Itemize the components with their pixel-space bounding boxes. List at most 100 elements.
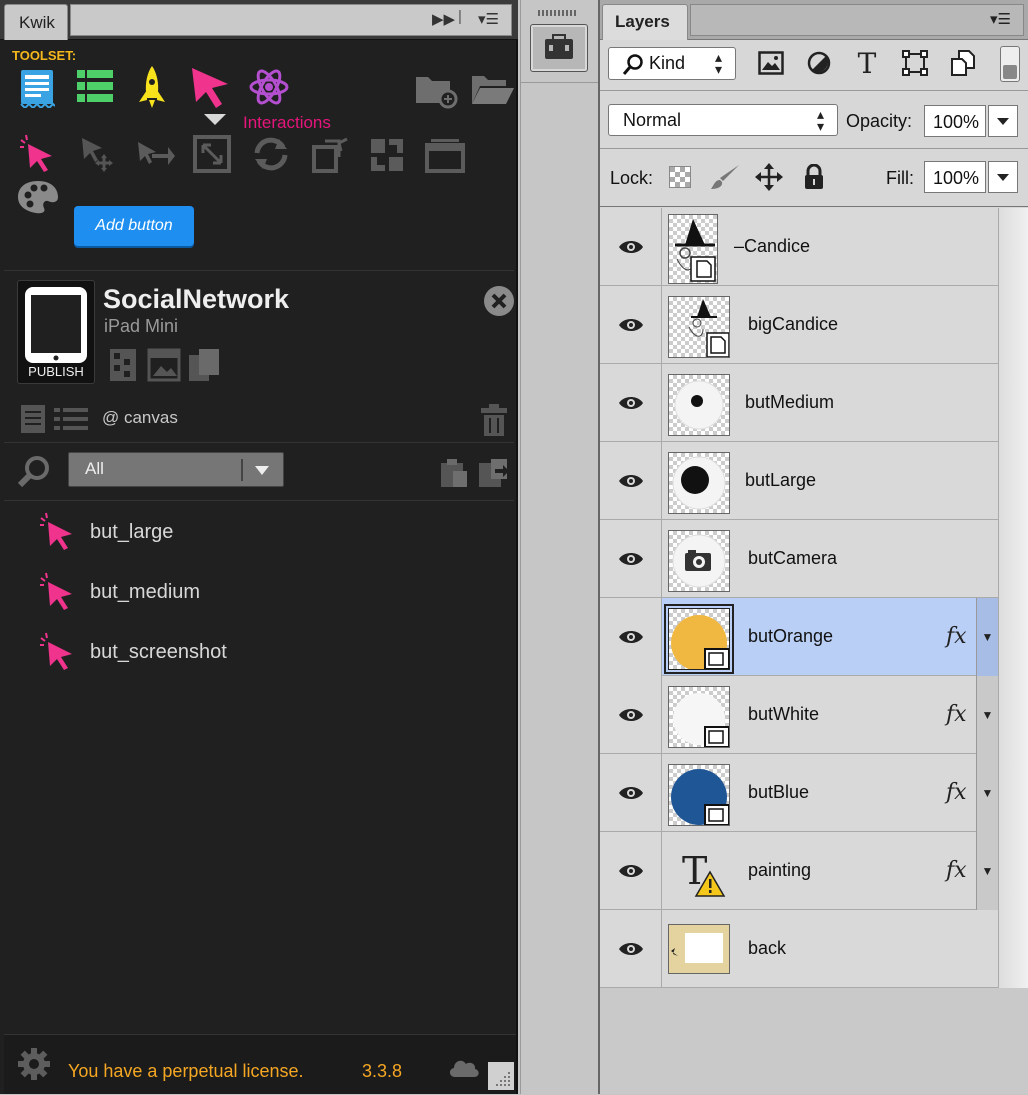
layer-name[interactable]: –Candice [734,236,810,257]
drag-tool-icon[interactable] [76,134,116,174]
layers-panel-menu-icon[interactable]: ▾☰ [990,10,1011,28]
project-tool-icon[interactable] [18,66,56,108]
visibility-toggle[interactable] [600,676,662,754]
large-dot-icon [672,456,726,510]
atom-tool-icon[interactable] [248,66,290,108]
close-project-icon[interactable] [482,284,516,318]
export-icon[interactable] [108,346,138,384]
resize-grip-icon[interactable] [488,1062,514,1090]
list-item[interactable]: but_large [38,512,173,552]
layer-row[interactable]: butMedium [600,364,998,442]
collapsed-panel-strip [520,0,598,1094]
lock-icon[interactable] [800,162,828,192]
opacity-field[interactable]: 100% [924,105,986,137]
cloud-icon[interactable] [446,1054,482,1080]
visibility-toggle[interactable] [600,286,662,364]
blend-mode-select[interactable]: Normal ▴ ▾ [608,104,838,136]
image-settings-icon[interactable] [146,346,182,384]
visibility-toggle[interactable] [600,910,662,988]
layer-row[interactable]: butBlue fx ▼ [600,754,998,832]
gear-icon[interactable] [16,1046,52,1082]
layer-row[interactable]: back [600,910,998,988]
transition-tool-icon[interactable] [310,134,352,176]
visibility-toggle[interactable] [600,208,662,286]
publish-label[interactable]: PUBLISH [17,364,95,379]
pixel-layer-filter-icon[interactable] [756,48,786,78]
collapse-icon[interactable]: ▶▶ [432,10,455,28]
layers-tab[interactable]: Layers [602,4,688,40]
fx-icon[interactable]: fx [946,702,967,727]
visibility-toggle[interactable] [600,520,662,598]
smart-object-filter-icon[interactable] [948,48,978,78]
fx-icon[interactable]: fx [946,624,967,649]
trash-icon[interactable] [478,402,510,438]
layer-row[interactable]: butOrange fx ▼ [600,598,998,676]
kind-filter-select[interactable]: Kind ▴ ▾ [608,47,736,80]
fx-icon[interactable]: fx [946,780,967,805]
panel-menu-icon[interactable]: ▾☰ [478,10,499,28]
layer-name[interactable]: butMedium [745,392,834,413]
button-tool-icon[interactable] [18,134,58,174]
layer-row[interactable]: butWhite fx ▼ [600,676,998,754]
type-layer-filter-icon[interactable]: T [852,47,882,80]
list-item[interactable]: but_medium [38,572,200,612]
window-tool-icon[interactable] [424,136,466,174]
rotate-tool-icon[interactable] [250,134,292,174]
brush-icon[interactable] [708,162,742,192]
filter-select[interactable]: All [68,452,284,487]
copy-pages-icon[interactable] [186,346,222,384]
visibility-toggle[interactable] [600,364,662,442]
fx-icon[interactable]: fx [946,858,967,883]
effects-expand-toggle[interactable]: ▼ [976,676,998,754]
drag-handle[interactable] [538,10,578,16]
effects-expand-toggle[interactable]: ▼ [976,754,998,832]
layer-row[interactable]: butCamera [600,520,998,598]
search-icon[interactable] [16,454,52,488]
layer-row[interactable]: T painting fx ▼ [600,832,998,910]
kwik-tab[interactable]: Kwik [4,4,68,40]
effects-expand-toggle[interactable]: ▼ [976,832,998,910]
folder-add-icon[interactable] [414,70,458,110]
opacity-dropdown-button[interactable] [988,105,1018,137]
export-copy-icon[interactable] [476,456,512,490]
list-icon[interactable] [52,404,90,434]
filter-toggle-switch[interactable] [1000,46,1020,82]
divider [4,270,514,271]
layer-name[interactable]: butLarge [745,470,816,491]
layer-row[interactable]: butLarge [600,442,998,520]
layers-scrollbar-track[interactable] [998,208,1028,988]
layer-name[interactable]: butWhite [748,704,819,725]
lock-transparency-icon[interactable] [668,164,692,190]
scale-tool-icon[interactable] [192,134,232,174]
visibility-toggle[interactable] [600,832,662,910]
action-tool-icon[interactable] [134,134,176,174]
layer-name[interactable]: back [748,938,786,959]
visibility-toggle[interactable] [600,598,662,676]
visibility-toggle[interactable] [600,754,662,832]
add-button[interactable]: Add button [74,206,194,246]
layer-row[interactable]: –Candice [600,208,998,286]
layer-name[interactable]: butOrange [748,626,833,647]
list-item[interactable]: but_screenshot [38,632,227,672]
fill-dropdown-button[interactable] [988,161,1018,193]
layer-name[interactable]: butCamera [748,548,837,569]
plugin-panel-button[interactable] [530,24,588,72]
layer-name[interactable]: bigCandice [748,314,838,335]
adjustment-layer-filter-icon[interactable] [804,48,834,78]
move-icon[interactable] [754,162,784,192]
layer-name[interactable]: butBlue [748,782,809,803]
paste-icon[interactable] [438,456,470,490]
fill-field[interactable]: 100% [924,161,986,193]
layer-name[interactable]: painting [748,860,811,881]
shape-layer-filter-icon[interactable] [900,48,930,78]
visibility-toggle[interactable] [600,442,662,520]
layout-tool-icon[interactable] [368,136,406,174]
folder-open-icon[interactable] [470,70,514,108]
page-icon[interactable] [18,402,48,436]
pages-tool-icon[interactable] [75,66,115,106]
layer-row[interactable]: bigCandice [600,286,998,364]
effects-expand-toggle[interactable]: ▼ [976,598,998,676]
palette-tool-icon[interactable] [16,178,60,216]
interactions-tool-icon[interactable] [188,64,232,110]
rocket-tool-icon[interactable] [134,64,170,110]
